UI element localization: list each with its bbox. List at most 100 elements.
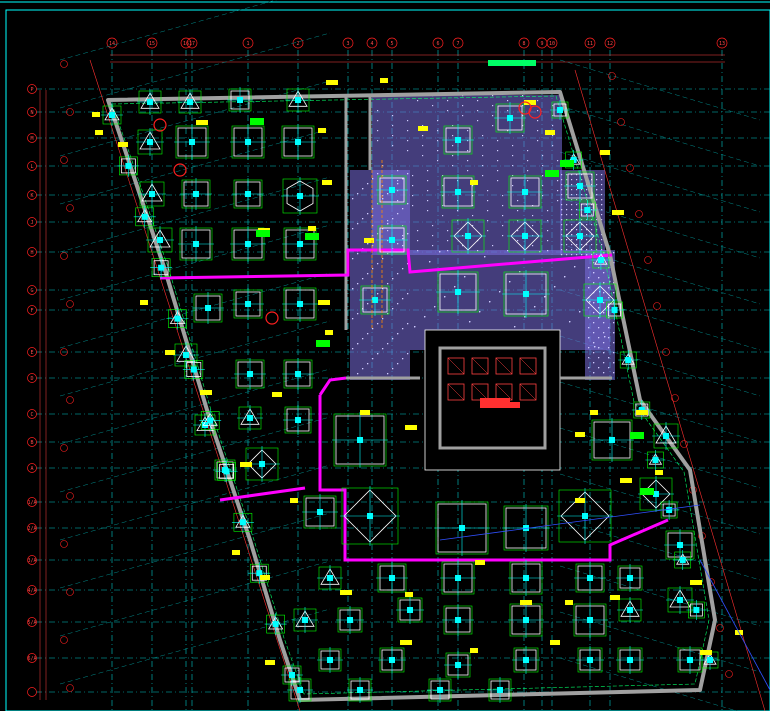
hatch-speck [377,120,379,122]
hatch-speck [512,145,514,147]
hatch-speck [382,348,384,350]
hatch-speck [357,193,359,195]
hatch-speck [432,245,434,247]
hatch-speck [407,203,409,205]
yellow-annotation-tag [92,112,100,117]
hatch-speck [598,337,600,339]
hatch-speck [561,224,563,226]
hatch-speck [487,220,489,222]
hatch-speck [507,100,509,102]
hatch-speck [502,195,504,197]
hatch-speck [387,373,389,375]
hatch-speck [352,258,354,260]
hatch-speck [482,175,484,177]
row-axis-label: L [30,164,33,170]
hatch-speck [502,215,504,217]
yellow-annotation-tag [565,600,573,605]
hatch-speck [552,145,554,147]
yellow-annotation-tag [340,590,352,595]
hatch-speck [603,272,605,274]
blue-reference-line [699,559,770,691]
left-slant-bubble [60,540,68,548]
hatch-speck [447,100,449,102]
hatch-speck [377,323,379,325]
hatch-speck [422,145,424,147]
hatch-speck [571,234,573,236]
hatch-speck [593,352,595,354]
yellow-annotation-tag [240,462,252,467]
magenta-boundary-corner [318,376,347,396]
yellow-annotation-tag [400,640,412,645]
hatch-speck [402,358,404,360]
row-axis-label: 2/A [27,526,36,532]
hatch-speck [532,215,534,217]
hatch-speck [492,245,494,247]
yellow-annotation-tag [140,300,148,305]
hatch-speck [588,277,590,279]
hatch-speck [566,239,568,241]
hatch-speck [601,189,603,191]
hatch-speck [601,179,603,181]
hatch-speck [613,322,615,324]
right-slant-bubble [644,256,652,264]
hatch-speck [487,190,489,192]
hatch-speck [571,254,573,256]
hatch-speck [601,214,603,216]
hatch-speck [561,199,563,201]
hatch-speck [382,318,384,320]
hatch-speck [566,224,568,226]
yellow-annotation-tag [364,238,374,243]
hatch-speck [571,224,573,226]
hatch-speck [603,332,605,334]
row-axis-label: P [30,87,33,93]
hatch-speck [397,243,399,245]
hatch-speck [613,332,615,334]
yellow-annotation-tag [380,78,388,83]
hatch-speck [586,254,588,256]
hatch-speck [588,307,590,309]
hatch-speck [586,194,588,196]
yellow-annotation-tag [360,410,370,415]
hatch-speck [537,120,539,122]
hatch-speck [613,362,615,364]
hatch-speck [608,337,610,339]
row-axis-label: 6/A [27,656,36,662]
hatch-speck [397,333,399,335]
hatch-speck [594,346,596,348]
hatch-speck [417,240,419,242]
hatch-speck [576,194,578,196]
hatch-speck [588,347,590,349]
hatch-speck [557,160,559,162]
hatch-speck [492,115,494,117]
hatch-speck [561,189,563,191]
yellow-annotation-tag [308,226,316,231]
hatch-speck [596,179,598,181]
hatch-speck [512,185,514,187]
yellow-annotation-tag [655,470,663,475]
hatch-speck [412,205,414,207]
column-axis-label: 10 [549,41,555,47]
yellow-annotation-tag [95,130,103,135]
hatch-speck [514,326,516,328]
hatch-speck [547,210,549,212]
row-axis-label: B [30,440,33,446]
hatch-speck [542,195,544,197]
hatch-speck [542,165,544,167]
yellow-annotation-tag [325,330,333,335]
hatch-speck [576,189,578,191]
hatch-speck [581,239,583,241]
hatch-speck [372,328,374,330]
hatch-speck [591,249,593,251]
hatch-speck [447,110,449,112]
hatch-speck [367,303,369,305]
hatch-speck [497,140,499,142]
hatch-speck [561,209,563,211]
hatch-speck [603,362,605,364]
hatch-speck [561,184,563,186]
hatch-speck [432,235,434,237]
hatch-speck [402,208,404,210]
hatch-speck [362,368,364,370]
hatch-speck [561,194,563,196]
hatch-speck [502,225,504,227]
hatch-speck [608,367,610,369]
